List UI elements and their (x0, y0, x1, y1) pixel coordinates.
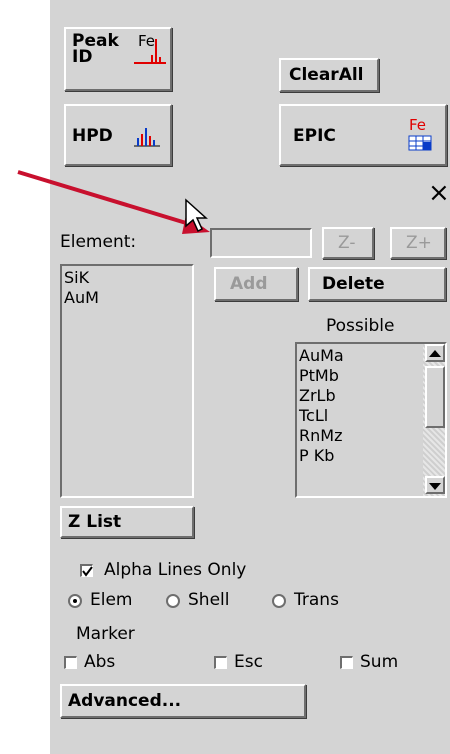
list-item[interactable]: RnMz (297, 426, 421, 446)
clear-all-label: ClearAll (289, 65, 364, 85)
hpd-label: HPD (72, 126, 113, 146)
z-plus-label: Z+ (406, 233, 432, 253)
z-list-label: Z List (68, 512, 122, 532)
delete-button[interactable]: Delete (308, 267, 446, 301)
hpd-peaks-icon (134, 128, 160, 147)
list-item[interactable]: PtMb (297, 366, 421, 386)
peak-id-button[interactable]: Peak ID Fe (64, 27, 172, 91)
add-button[interactable]: Add (214, 267, 298, 301)
add-label: Add (230, 274, 268, 294)
clear-all-button[interactable]: ClearAll (279, 58, 379, 92)
list-item[interactable]: AuMa (297, 346, 421, 366)
z-list-button[interactable]: Z List (60, 506, 194, 538)
epic-grid-icon: Fe (405, 116, 435, 156)
sum-checkbox[interactable] (340, 656, 353, 669)
element-input[interactable] (210, 228, 312, 258)
esc-checkbox[interactable] (214, 656, 227, 669)
peak-id-spectrum-icon: Fe (132, 32, 168, 67)
alpha-lines-checkbox[interactable] (80, 564, 93, 577)
abs-label: Abs (84, 652, 116, 672)
abs-checkbox[interactable] (64, 656, 77, 669)
element-label: Element: (60, 232, 137, 252)
hpd-button[interactable]: HPD (64, 104, 172, 166)
scroll-up-button[interactable] (425, 344, 445, 362)
elem-radio[interactable] (68, 594, 82, 608)
z-minus-label: Z- (338, 233, 356, 253)
advanced-button[interactable]: Advanced... (60, 684, 306, 718)
z-minus-button[interactable]: Z- (322, 227, 374, 259)
close-icon[interactable]: × (428, 180, 450, 206)
scroll-thumb[interactable] (425, 366, 445, 428)
epic-button[interactable]: EPIC Fe (279, 104, 447, 166)
trans-label: Trans (294, 590, 339, 610)
advanced-label: Advanced... (68, 691, 182, 711)
sum-label: Sum (360, 652, 399, 672)
shell-label: Shell (188, 590, 230, 610)
z-plus-button[interactable]: Z+ (390, 227, 446, 259)
esc-label: Esc (234, 652, 263, 672)
list-item[interactable]: TcLl (297, 406, 421, 426)
elem-label: Elem (90, 590, 133, 610)
edx-control-panel: Peak ID Fe ClearAll HPD EPIC Fe × Elemen… (50, 0, 450, 754)
scroll-down-button[interactable] (425, 476, 445, 494)
trans-radio[interactable] (272, 594, 286, 608)
alpha-lines-label: Alpha Lines Only (104, 560, 247, 580)
possible-scrollbar[interactable] (423, 344, 445, 496)
marker-label: Marker (76, 624, 135, 644)
shell-radio[interactable] (166, 594, 180, 608)
list-item[interactable]: AuM (62, 288, 192, 308)
list-item[interactable]: SiK (62, 268, 192, 288)
peak-id-label: Peak ID (72, 31, 119, 67)
delete-label: Delete (322, 274, 385, 294)
list-item[interactable]: P Kb (297, 446, 421, 466)
list-item[interactable]: ZrLb (297, 386, 421, 406)
epic-label: EPIC (293, 126, 336, 146)
selected-elements-list[interactable]: SiK AuM (60, 264, 194, 498)
possible-label: Possible (326, 316, 395, 336)
possible-lines-list[interactable]: AuMa PtMb ZrLb TcLl RnMz P Kb (295, 342, 447, 498)
